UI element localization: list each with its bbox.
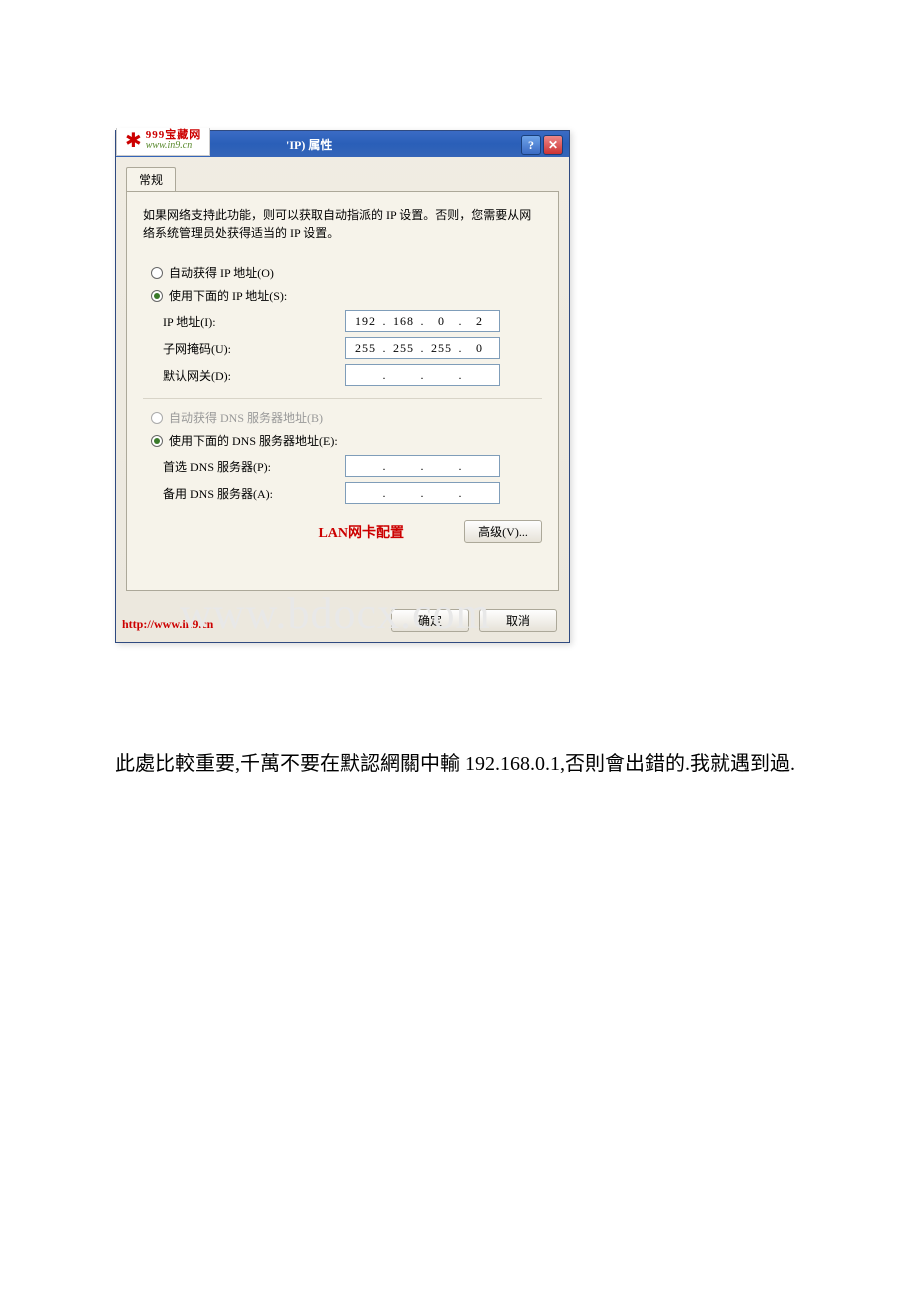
- ip-address-label: IP 地址(I):: [163, 313, 345, 330]
- subnet-mask-input[interactable]: 255. 255. 255. 0: [345, 337, 500, 359]
- ip-oct3[interactable]: 0: [428, 314, 456, 329]
- titlebar: ✱ 999宝藏网 www.in9.cn 'IP) 属性 ? ✕: [116, 131, 569, 157]
- ip-address-input[interactable]: 192. 168. 0. 2: [345, 310, 500, 332]
- watermark-bottom: www.in9.cn: [146, 141, 202, 151]
- footer-link: http://www.in9.cn: [122, 617, 213, 632]
- note-text: 此處比較重要,千萬不要在默認網關中輸 192.168.0.1,否則會出錯的.我就…: [115, 748, 810, 780]
- close-button[interactable]: ✕: [543, 135, 563, 155]
- radio-manual-dns[interactable]: [151, 435, 163, 447]
- radio-auto-dns-label: 自动获得 DNS 服务器地址(B): [169, 409, 323, 426]
- radio-auto-ip-label[interactable]: 自动获得 IP 地址(O): [169, 264, 274, 281]
- tab-general[interactable]: 常规: [126, 167, 176, 191]
- window-title: 'IP) 属性: [286, 136, 332, 153]
- advanced-button[interactable]: 高级(V)...: [464, 520, 542, 543]
- mask-oct2[interactable]: 255: [390, 341, 418, 356]
- radio-manual-dns-label[interactable]: 使用下面的 DNS 服务器地址(E):: [169, 432, 338, 449]
- alt-dns-input[interactable]: . . .: [345, 482, 500, 504]
- primary-dns-label: 首选 DNS 服务器(P):: [163, 458, 345, 475]
- mask-oct1[interactable]: 255: [352, 341, 380, 356]
- radio-auto-ip[interactable]: [151, 267, 163, 279]
- primary-dns-input[interactable]: . . .: [345, 455, 500, 477]
- alt-dns-label: 备用 DNS 服务器(A):: [163, 485, 345, 502]
- watermark-logo: ✱ 999宝藏网 www.in9.cn: [116, 128, 210, 156]
- mask-oct4[interactable]: 0: [466, 341, 494, 356]
- description-text: 如果网络支持此功能，则可以获取自动指派的 IP 设置。否则，您需要从网络系统管理…: [143, 206, 542, 242]
- divider: [143, 398, 542, 399]
- caption-text: LAN网卡配置: [318, 522, 404, 542]
- cancel-button[interactable]: 取消: [479, 609, 557, 632]
- mask-oct3[interactable]: 255: [428, 341, 456, 356]
- ok-button[interactable]: 确定: [391, 609, 469, 632]
- asterisk-icon: ✱: [125, 131, 142, 151]
- tab-panel: 如果网络支持此功能，则可以获取自动指派的 IP 设置。否则，您需要从网络系统管理…: [126, 191, 559, 591]
- radio-manual-ip-label[interactable]: 使用下面的 IP 地址(S):: [169, 287, 287, 304]
- radio-auto-dns: [151, 412, 163, 424]
- gateway-label: 默认网关(D):: [163, 367, 345, 384]
- subnet-mask-label: 子网掩码(U):: [163, 340, 345, 357]
- ip-properties-dialog: ✱ 999宝藏网 www.in9.cn 'IP) 属性 ? ✕ 常规 如果网络支…: [115, 130, 570, 643]
- ip-oct4[interactable]: 2: [466, 314, 494, 329]
- help-button[interactable]: ?: [521, 135, 541, 155]
- ip-oct1[interactable]: 192: [352, 314, 380, 329]
- ip-oct2[interactable]: 168: [390, 314, 418, 329]
- gateway-input[interactable]: . . .: [345, 364, 500, 386]
- radio-manual-ip[interactable]: [151, 290, 163, 302]
